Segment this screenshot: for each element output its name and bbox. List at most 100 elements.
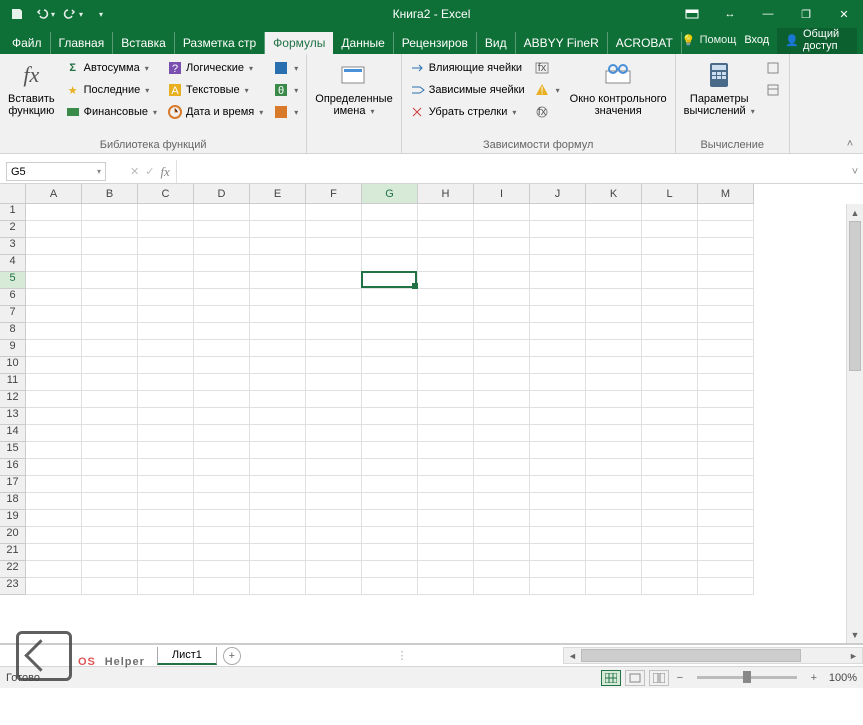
calc-now-button[interactable] xyxy=(761,57,785,79)
cell[interactable] xyxy=(194,374,250,391)
cell[interactable] xyxy=(194,289,250,306)
scroll-thumb[interactable] xyxy=(581,649,801,662)
cell[interactable] xyxy=(26,408,82,425)
financial-button[interactable]: Финансовые▾ xyxy=(61,101,161,123)
cell[interactable] xyxy=(530,221,586,238)
zoom-in-button[interactable]: + xyxy=(807,672,821,684)
cell[interactable] xyxy=(530,527,586,544)
cell[interactable] xyxy=(362,340,418,357)
cell[interactable] xyxy=(586,476,642,493)
cell[interactable] xyxy=(418,255,474,272)
cell[interactable] xyxy=(26,238,82,255)
cell[interactable] xyxy=(698,561,754,578)
save-icon[interactable] xyxy=(6,3,28,25)
cell[interactable] xyxy=(530,357,586,374)
cell[interactable] xyxy=(698,476,754,493)
cell[interactable] xyxy=(474,238,530,255)
cell[interactable] xyxy=(26,442,82,459)
cell[interactable] xyxy=(306,255,362,272)
cell[interactable] xyxy=(82,340,138,357)
cell[interactable] xyxy=(306,459,362,476)
spreadsheet-grid[interactable]: ABCDEFGHIJKLM123456789101112131415161718… xyxy=(0,184,863,644)
cell[interactable] xyxy=(138,561,194,578)
cell[interactable] xyxy=(530,408,586,425)
cell[interactable] xyxy=(530,238,586,255)
cell[interactable] xyxy=(194,476,250,493)
tell-me-input[interactable]: 💡Помощ xyxy=(682,34,736,47)
cell[interactable] xyxy=(250,272,306,289)
cell[interactable] xyxy=(26,357,82,374)
cell[interactable] xyxy=(642,374,698,391)
cell[interactable] xyxy=(418,408,474,425)
cell[interactable] xyxy=(82,272,138,289)
cell[interactable] xyxy=(586,323,642,340)
cell[interactable] xyxy=(194,578,250,595)
cell[interactable] xyxy=(306,476,362,493)
sheet-tab[interactable]: Лист1 xyxy=(157,647,217,665)
cell[interactable] xyxy=(306,289,362,306)
cell[interactable] xyxy=(82,408,138,425)
cell[interactable] xyxy=(26,527,82,544)
text-button[interactable]: AТекстовые▾ xyxy=(163,79,267,101)
row-header[interactable]: 11 xyxy=(0,374,26,391)
column-header[interactable]: I xyxy=(474,184,530,204)
cell[interactable] xyxy=(586,289,642,306)
cell[interactable] xyxy=(642,289,698,306)
tab-abbyy[interactable]: ABBYY FineR xyxy=(516,32,608,54)
cell[interactable] xyxy=(250,578,306,595)
cell[interactable] xyxy=(138,323,194,340)
redo-icon[interactable]: ▾ xyxy=(62,3,84,25)
cell[interactable] xyxy=(250,510,306,527)
cell[interactable] xyxy=(698,306,754,323)
cell[interactable] xyxy=(250,493,306,510)
fx-icon[interactable]: fx xyxy=(160,164,169,180)
cell[interactable] xyxy=(698,357,754,374)
cell[interactable] xyxy=(250,204,306,221)
tab-insert[interactable]: Вставка xyxy=(113,32,175,54)
cell[interactable] xyxy=(418,289,474,306)
cell[interactable] xyxy=(362,374,418,391)
cell[interactable] xyxy=(418,272,474,289)
cell[interactable] xyxy=(586,425,642,442)
cell[interactable] xyxy=(362,425,418,442)
cell[interactable] xyxy=(362,544,418,561)
cell[interactable] xyxy=(642,323,698,340)
show-formulas-button[interactable]: fx xyxy=(531,57,564,79)
cell[interactable] xyxy=(362,272,418,289)
cell[interactable] xyxy=(194,306,250,323)
cell[interactable] xyxy=(306,323,362,340)
cell[interactable] xyxy=(474,221,530,238)
cell[interactable] xyxy=(194,527,250,544)
cell[interactable] xyxy=(138,374,194,391)
cell[interactable] xyxy=(362,408,418,425)
cell[interactable] xyxy=(530,323,586,340)
cell[interactable] xyxy=(418,323,474,340)
undo-icon[interactable]: ▾ xyxy=(34,3,56,25)
cell[interactable] xyxy=(194,238,250,255)
cell[interactable] xyxy=(474,459,530,476)
evaluate-formula-button[interactable]: fx xyxy=(531,101,564,123)
cell[interactable] xyxy=(306,578,362,595)
row-header[interactable]: 15 xyxy=(0,442,26,459)
cell[interactable] xyxy=(642,204,698,221)
cell[interactable] xyxy=(362,476,418,493)
cell[interactable] xyxy=(530,374,586,391)
cell[interactable] xyxy=(82,527,138,544)
cell[interactable] xyxy=(474,289,530,306)
more-functions-button[interactable]: ▾ xyxy=(269,101,302,123)
cell[interactable] xyxy=(418,527,474,544)
cell[interactable] xyxy=(586,306,642,323)
cell[interactable] xyxy=(418,493,474,510)
cell[interactable] xyxy=(586,459,642,476)
formula-input[interactable] xyxy=(177,160,847,183)
recent-button[interactable]: ★Последние▾ xyxy=(61,79,161,101)
cell[interactable] xyxy=(26,561,82,578)
cell[interactable] xyxy=(362,527,418,544)
row-header[interactable]: 3 xyxy=(0,238,26,255)
cell[interactable] xyxy=(82,357,138,374)
trace-precedents-button[interactable]: Влияющие ячейки xyxy=(406,57,529,79)
calc-sheet-button[interactable] xyxy=(761,79,785,101)
cell[interactable] xyxy=(306,544,362,561)
cell[interactable] xyxy=(418,578,474,595)
cell[interactable] xyxy=(138,578,194,595)
